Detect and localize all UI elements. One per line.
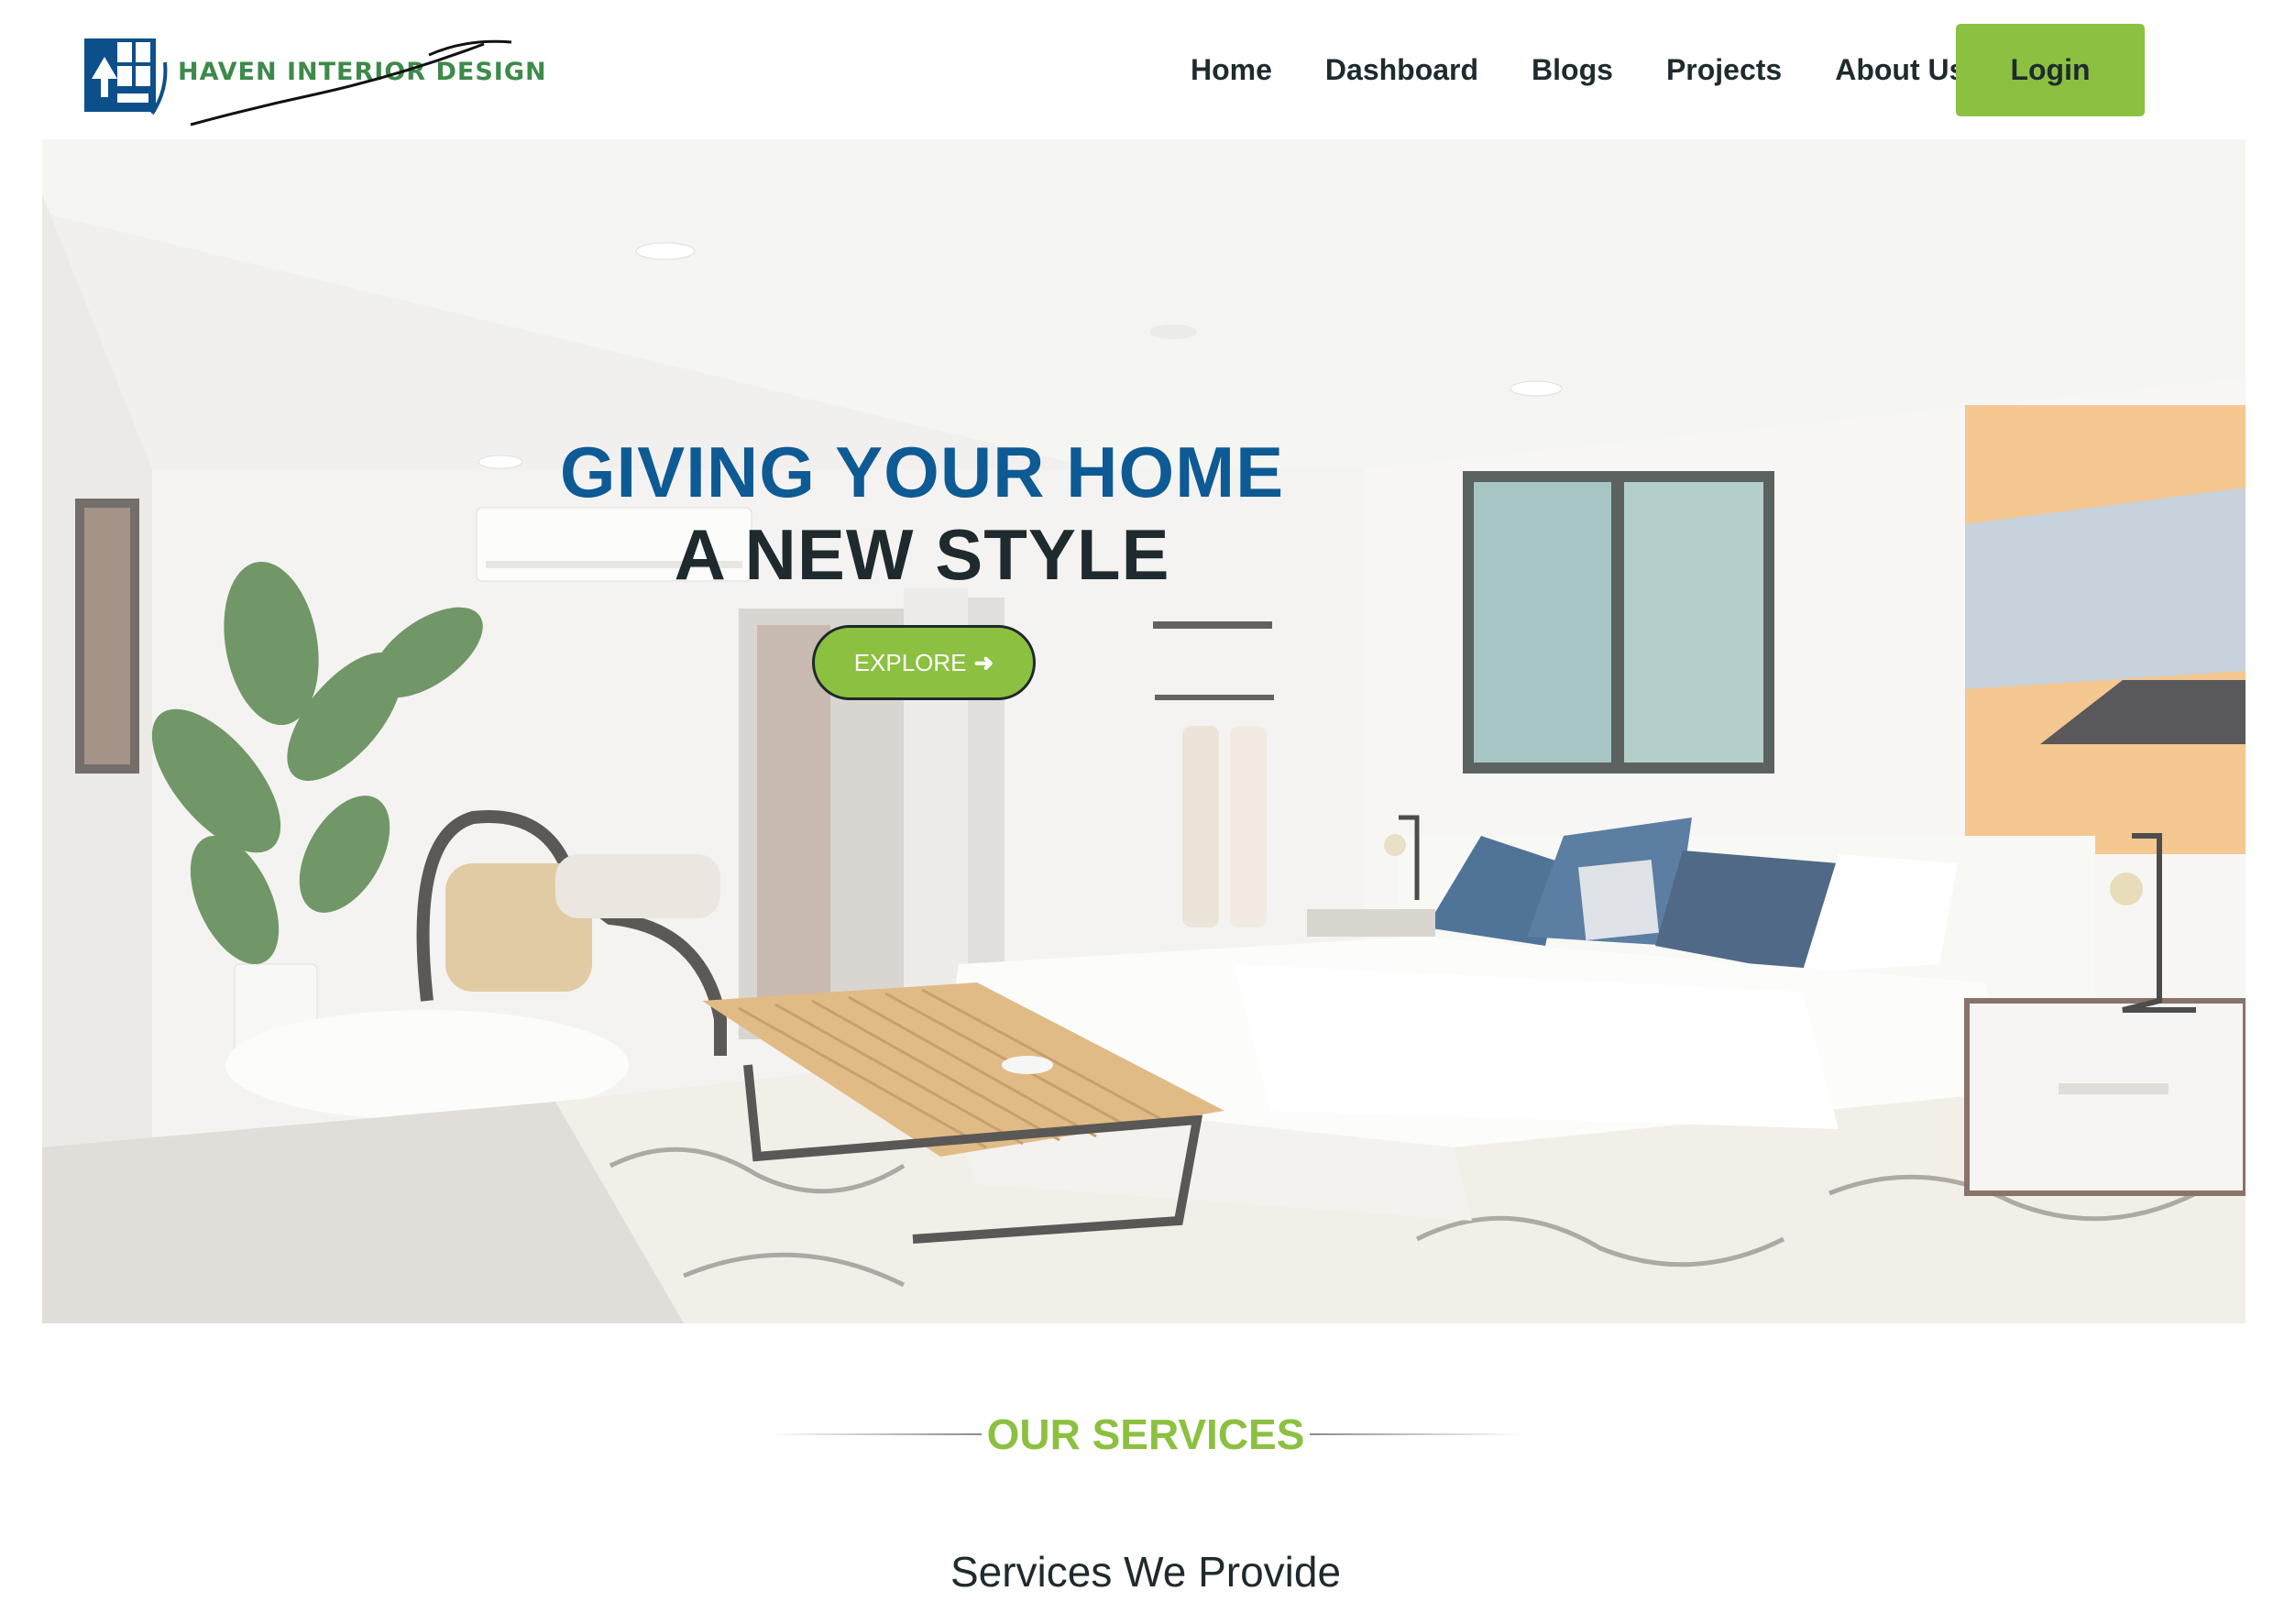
logo-swoosh-icon [190, 39, 512, 126]
nav-about-us[interactable]: About Us [1835, 53, 1965, 87]
services-heading: Services We Provide [950, 1548, 1342, 1596]
hero-title-line1: GIVING YOUR HOME [559, 432, 1285, 512]
nav-projects[interactable]: Projects [1666, 53, 1782, 87]
main-nav: Home Dashboard Blogs Projects About Us [1164, 0, 1992, 139]
login-button[interactable]: Login [1956, 24, 2145, 116]
divider-left [770, 1433, 982, 1435]
hero-title-line2: A NEW STYLE [674, 514, 1170, 595]
site-logo[interactable]: HAVEN INTERIOR DESIGN [81, 22, 546, 126]
explore-button-label: EXPLORE [853, 648, 967, 676]
arrow-right-icon: ➜ [973, 648, 994, 676]
divider-right [1310, 1433, 1522, 1435]
nav-blogs[interactable]: Blogs [1532, 53, 1613, 87]
nav-dashboard[interactable]: Dashboard [1325, 53, 1478, 87]
services-eyebrow: OUR SERVICES [770, 1410, 1522, 1459]
hero-overlay [42, 139, 2246, 1323]
site-header: HAVEN INTERIOR DESIGN Home Dashboard Blo… [0, 0, 2273, 139]
explore-button[interactable]: EXPLORE ➜ [812, 625, 1036, 700]
hero-banner: GIVING YOUR HOME A NEW STYLE EXPLORE ➜ [42, 139, 2246, 1323]
nav-home[interactable]: Home [1191, 53, 1272, 87]
services-eyebrow-label: OUR SERVICES [986, 1410, 1305, 1458]
